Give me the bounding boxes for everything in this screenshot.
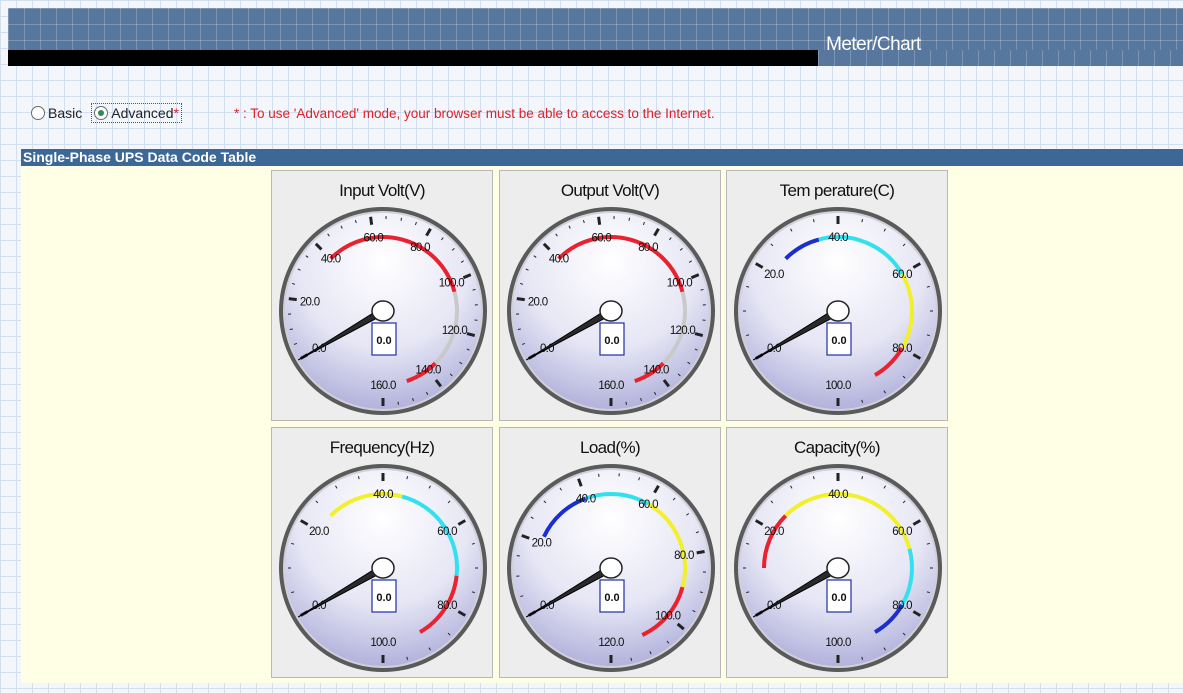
gauge-minor-tick xyxy=(289,328,293,331)
gauge-hub xyxy=(599,557,623,579)
gauge-scale-label: 80.0 xyxy=(892,600,912,612)
gauge-scale-label: 40.0 xyxy=(576,493,596,505)
gauge-dial: 0.020.040.060.080.0100.0120.00.0 xyxy=(507,464,715,672)
gauge-panel: Tem perature(C) 0.0 20.0 40.0 60.0 80.0 100.0… xyxy=(726,170,948,421)
gauge-dial: 0.020.040.060.080.0100.00.0 xyxy=(734,207,942,415)
gauge-hub xyxy=(826,300,850,322)
gauge-scale-label: 100.0 xyxy=(825,380,851,392)
gauge-value: 0.0 xyxy=(376,592,391,604)
gauge-scale-label: 40.0 xyxy=(373,489,393,501)
gauge-scale-label: 40.0 xyxy=(828,489,848,501)
gauge-minor-tick xyxy=(628,217,631,221)
gauge-scale-label: 100.0 xyxy=(439,278,465,290)
gauge-hub xyxy=(826,557,850,579)
basic-radio-option[interactable]: Basic xyxy=(31,105,82,121)
page-header: Meter/Chart xyxy=(8,8,1183,55)
gauge-minor-tick xyxy=(517,328,521,331)
gauge-scale-label: 140.0 xyxy=(415,365,441,377)
gauge-title: Output Volt(V) xyxy=(560,181,660,200)
gauge-dial: 0.020.040.060.080.0100.00.0 xyxy=(734,464,942,672)
gauge-minor-tick xyxy=(630,657,633,661)
gauge-panel: Output Volt(V) 0.0 20.0 40.0 60.0 80.0 100.0 1… xyxy=(499,170,721,421)
gauge-scale-label: 120.0 xyxy=(442,325,468,337)
gauge-scale-label: 20.0 xyxy=(764,526,784,538)
gauge-title: Tem perature(C) xyxy=(779,181,895,200)
basic-radio[interactable] xyxy=(31,106,45,120)
gauge-title: Input Volt(V) xyxy=(339,181,425,200)
gauge-major-tick xyxy=(466,332,476,338)
gauge-hub xyxy=(371,557,395,579)
gauge-scale-label: 60.0 xyxy=(892,269,912,281)
gauge-minor-tick xyxy=(700,288,704,291)
gauge-major-tick xyxy=(694,332,704,338)
gauge-title: Load(%) xyxy=(579,438,641,457)
gauge-panel: Load(%) 0.020.040.060.080.0100.0120.00.0 xyxy=(499,427,721,678)
gauge-scale-label: 60.0 xyxy=(437,526,457,538)
gauge-hub xyxy=(599,300,623,322)
gauge-panel: Capacity(%) 0.020.040.060.080.0100.00.0 xyxy=(726,427,948,678)
gauge-scale-label: 120.0 xyxy=(598,637,624,649)
gauge-major-tick xyxy=(597,216,602,225)
basic-label: Basic xyxy=(48,105,83,121)
gauge-scale-label: 100.0 xyxy=(655,611,681,623)
gauge-scale-label: 20.0 xyxy=(528,296,548,308)
gauge-grid: Input Volt(V) 0.0 20.0 40.0 60.0 80.0 100.0 12… xyxy=(271,170,949,681)
gauge-scale-label: 20.0 xyxy=(300,296,320,308)
gauge-scale-label: 60.0 xyxy=(638,499,658,511)
mode-selector: Basic Advanced * * : To use 'Advanced' mo… xyxy=(31,103,715,123)
advanced-radio[interactable] xyxy=(94,106,109,120)
gauge-major-tick xyxy=(696,550,705,555)
gauge-value: 0.0 xyxy=(604,335,619,347)
gauge-major-tick xyxy=(369,216,374,225)
gauge-scale-label: 80.0 xyxy=(638,242,658,254)
gauge-dial: 0.020.040.060.080.0100.0120.0140.0160.00… xyxy=(507,207,715,415)
gauge-major-tick xyxy=(516,297,525,302)
gauge-minor-tick xyxy=(472,288,476,291)
gauge-scale-label: 160.0 xyxy=(370,380,396,392)
advanced-asterisk: * xyxy=(173,105,179,121)
gauge-scale-label: 40.0 xyxy=(321,254,341,266)
gauge-panel: Input Volt(V) 0.0 20.0 40.0 60.0 80.0 100.0 12… xyxy=(271,170,493,421)
gauge-dial: 0.020.040.060.080.0100.0120.0140.0160.00… xyxy=(279,207,487,415)
gauge-minor-tick xyxy=(400,217,403,221)
advanced-label: Advanced xyxy=(111,105,174,121)
gauge-scale-label: 20.0 xyxy=(764,269,784,281)
gauge-scale-label: 80.0 xyxy=(674,550,694,562)
advanced-mode-note: * : To use 'Advanced' mode, your browser… xyxy=(233,105,715,121)
gauge-scale-label: 20.0 xyxy=(309,526,329,538)
gauge-value: 0.0 xyxy=(376,335,391,347)
gauge-value: 0.0 xyxy=(831,335,846,347)
gauge-scale-label: 80.0 xyxy=(892,343,912,355)
gauge-scale-label: 100.0 xyxy=(825,637,851,649)
gauge-major-tick xyxy=(288,297,297,302)
gauge-dial: 0.020.040.060.080.0100.00.0 xyxy=(279,464,487,672)
gauge-panel: Frequency(Hz) 0.020.040.060.080.0100.00.… xyxy=(271,427,493,678)
gauge-scale-label: 160.0 xyxy=(598,380,624,392)
gauge-scale-label: 100.0 xyxy=(370,637,396,649)
gauge-scale-label: 140.0 xyxy=(643,365,669,377)
gauge-scale-label: 80.0 xyxy=(437,600,457,612)
gauge-scale-label: 60.0 xyxy=(364,233,384,245)
gauge-value: 0.0 xyxy=(831,592,846,604)
gauge-scale-label: 100.0 xyxy=(667,278,693,290)
advanced-radio-option[interactable]: Advanced * xyxy=(91,103,182,123)
gauge-scale-label: 40.0 xyxy=(828,232,848,244)
gauge-scale-label: 20.0 xyxy=(532,538,552,550)
gauge-scale-label: 60.0 xyxy=(892,526,912,538)
gauge-scale-label: 40.0 xyxy=(549,254,569,266)
header-black-bar xyxy=(8,50,818,66)
gauge-scale-label: 80.0 xyxy=(410,242,430,254)
gauge-scale-label: 60.0 xyxy=(592,233,612,245)
gauge-scale-label: 120.0 xyxy=(670,325,696,337)
header-strip xyxy=(818,50,1183,66)
gauge-title: Capacity(%) xyxy=(794,438,881,457)
gauge-value: 0.0 xyxy=(604,592,619,604)
table-title-bar: Single-Phase UPS Data Code Table xyxy=(21,149,1183,166)
gauge-hub xyxy=(371,300,395,322)
gauge-title: Frequency(Hz) xyxy=(329,438,435,457)
table-title: Single-Phase UPS Data Code Table xyxy=(23,149,257,165)
